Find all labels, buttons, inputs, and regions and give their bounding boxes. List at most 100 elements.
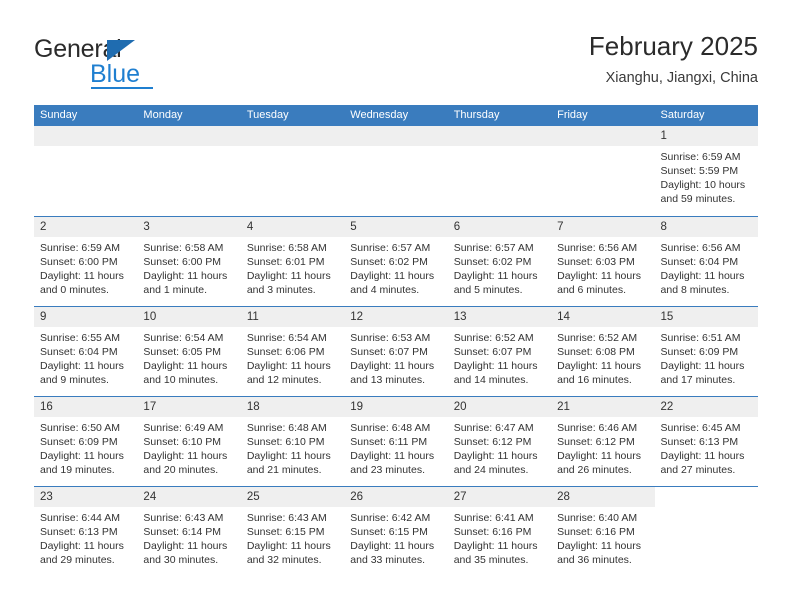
day-number-band xyxy=(447,126,552,146)
calendar-weeks: 1 Sunrise: 6:59 AM Sunset: 5:59 PM Daylight… xyxy=(34,126,758,576)
day-cell-9[interactable]: 9 Sunrise: 6:55 AM Sunset: 6:04 PM Daylight… xyxy=(34,307,138,396)
weekday-header-monday: Monday xyxy=(143,109,183,121)
sunrise-text: Sunrise: 6:55 AM xyxy=(40,332,120,344)
day-number: 1 xyxy=(660,130,667,142)
sunset-text: Sunset: 6:15 PM xyxy=(246,526,325,538)
daylight-text: Daylight: 11 hours and 33 minutes. xyxy=(350,540,435,566)
calendar-page: General Blue February 2025 Xianghu, Jian… xyxy=(0,0,792,612)
day-cell-empty xyxy=(240,126,345,216)
location-subtitle: Xianghu, Jiangxi, China xyxy=(605,70,758,86)
logo-text-blue: Blue xyxy=(90,60,141,88)
sunrise-text: Sunrise: 6:42 AM xyxy=(350,512,431,524)
day-cell-23[interactable]: 23 Sunrise: 6:44 AM Sunset: 6:13 PM Dayligh… xyxy=(34,487,138,576)
day-cell-3[interactable]: 3 Sunrise: 6:58 AM Sunset: 6:00 PM Daylight… xyxy=(137,217,241,306)
day-details: Sunrise: 6:59 AM Sunset: 5:59 PM Daylight:… xyxy=(655,146,758,206)
day-number: 16 xyxy=(40,401,53,413)
day-cell-8[interactable]: 8 Sunrise: 6:56 AM Sunset: 6:04 PM Daylight… xyxy=(654,217,758,306)
day-cell-20[interactable]: 20 Sunrise: 6:47 AM Sunset: 6:12 PM Dayligh… xyxy=(447,397,552,486)
day-number-band xyxy=(344,126,448,146)
sunset-text: Sunset: 6:16 PM xyxy=(557,526,635,538)
day-cell-6[interactable]: 6 Sunrise: 6:57 AM Sunset: 6:02 PM Daylight… xyxy=(447,217,552,306)
sunrise-text: Sunrise: 6:53 AM xyxy=(350,332,431,344)
day-number: 14 xyxy=(557,311,570,323)
day-number: 7 xyxy=(557,221,564,233)
sunset-text: Sunset: 6:07 PM xyxy=(350,346,428,358)
sunset-text: Sunset: 6:10 PM xyxy=(143,436,222,448)
sunrise-text: Sunrise: 6:56 AM xyxy=(660,242,741,254)
daylight-text: Daylight: 11 hours and 10 minutes. xyxy=(143,360,228,386)
daylight-text: Daylight: 11 hours and 3 minutes. xyxy=(246,270,331,296)
sunset-text: Sunset: 6:15 PM xyxy=(350,526,428,538)
sunrise-text: Sunrise: 6:48 AM xyxy=(246,422,327,434)
weekday-header-wednesday: Wednesday xyxy=(350,109,409,121)
week-row: 1 Sunrise: 6:59 AM Sunset: 5:59 PM Daylight… xyxy=(34,126,758,216)
day-details: Sunrise: 6:48 AM Sunset: 6:11 PM Daylight:… xyxy=(344,417,447,477)
daylight-text: Daylight: 11 hours and 30 minutes. xyxy=(143,540,228,566)
day-number: 26 xyxy=(350,491,364,503)
sunrise-text: Sunrise: 6:59 AM xyxy=(660,151,741,163)
daylight-text: Daylight: 10 hours and 59 minutes. xyxy=(660,179,746,205)
day-details: Sunrise: 6:49 AM Sunset: 6:10 PM Daylight:… xyxy=(137,417,240,477)
day-details: Sunrise: 6:55 AM Sunset: 6:04 PM Daylight:… xyxy=(34,327,137,387)
day-cell-10[interactable]: 10 Sunrise: 6:54 AM Sunset: 6:05 PM Dayligh… xyxy=(137,307,241,396)
sunset-text: Sunset: 6:09 PM xyxy=(40,436,118,448)
sunrise-text: Sunrise: 6:43 AM xyxy=(143,512,224,524)
day-number: 23 xyxy=(40,491,53,503)
sunset-text: Sunset: 6:06 PM xyxy=(246,346,325,358)
day-cell-empty xyxy=(551,126,655,216)
sunset-text: Sunset: 6:11 PM xyxy=(350,436,428,448)
weekday-header-saturday: Saturday xyxy=(660,109,705,121)
day-number-band xyxy=(654,126,758,146)
day-number: 12 xyxy=(350,311,364,323)
day-cell-4[interactable]: 4 Sunrise: 6:58 AM Sunset: 6:01 PM Daylight… xyxy=(240,217,345,306)
day-details: Sunrise: 6:48 AM Sunset: 6:10 PM Daylight:… xyxy=(241,417,344,477)
day-cell-2[interactable]: 2 Sunrise: 6:59 AM Sunset: 6:00 PM Daylight… xyxy=(34,217,138,306)
day-cell-14[interactable]: 14 Sunrise: 6:52 AM Sunset: 6:08 PM Dayligh… xyxy=(551,307,655,396)
day-number: 8 xyxy=(660,221,667,233)
day-cell-19[interactable]: 19 Sunrise: 6:48 AM Sunset: 6:11 PM Dayligh… xyxy=(344,397,448,486)
day-cell-16[interactable]: 16 Sunrise: 6:50 AM Sunset: 6:09 PM Dayligh… xyxy=(34,397,138,486)
sunset-text: Sunset: 6:02 PM xyxy=(350,256,428,268)
sunset-text: Sunset: 6:12 PM xyxy=(557,436,635,448)
day-cell-17[interactable]: 17 Sunrise: 6:49 AM Sunset: 6:10 PM Dayligh… xyxy=(137,397,241,486)
day-details: Sunrise: 6:56 AM Sunset: 6:04 PM Daylight:… xyxy=(655,237,758,297)
day-cell-15[interactable]: 15 Sunrise: 6:51 AM Sunset: 6:09 PM Dayligh… xyxy=(654,307,758,396)
day-cell-11[interactable]: 11 Sunrise: 6:54 AM Sunset: 6:06 PM Dayligh… xyxy=(240,307,345,396)
day-cell-28[interactable]: 28 Sunrise: 6:40 AM Sunset: 6:16 PM Dayligh… xyxy=(551,487,655,576)
sunrise-text: Sunrise: 6:58 AM xyxy=(246,242,327,254)
day-details: Sunrise: 6:59 AM Sunset: 6:00 PM Daylight:… xyxy=(34,237,137,297)
weekday-header-thursday: Thursday xyxy=(453,109,500,121)
day-cell-empty xyxy=(34,126,138,216)
day-cell-1[interactable]: 1 Sunrise: 6:59 AM Sunset: 5:59 PM Daylight… xyxy=(654,126,758,216)
sunset-text: Sunset: 6:16 PM xyxy=(453,526,532,538)
day-cell-7[interactable]: 7 Sunrise: 6:56 AM Sunset: 6:03 PM Daylight… xyxy=(551,217,655,306)
day-cell-18[interactable]: 18 Sunrise: 6:48 AM Sunset: 6:10 PM Dayligh… xyxy=(240,397,345,486)
day-cell-5[interactable]: 5 Sunrise: 6:57 AM Sunset: 6:02 PM Daylight… xyxy=(344,217,448,306)
day-number-band xyxy=(654,217,758,237)
day-cell-25[interactable]: 25 Sunrise: 6:43 AM Sunset: 6:15 PM Dayligh… xyxy=(240,487,345,576)
sunrise-text: Sunrise: 6:50 AM xyxy=(40,422,120,434)
day-details: Sunrise: 6:58 AM Sunset: 6:00 PM Daylight:… xyxy=(137,237,240,297)
week-row: 23 Sunrise: 6:44 AM Sunset: 6:13 PM Dayligh… xyxy=(34,486,758,576)
sunset-text: Sunset: 6:08 PM xyxy=(557,346,635,358)
daylight-text: Daylight: 11 hours and 17 minutes. xyxy=(660,360,745,386)
sunset-text: Sunset: 6:13 PM xyxy=(40,526,118,538)
sunset-text: Sunset: 5:59 PM xyxy=(660,165,739,177)
day-cell-13[interactable]: 13 Sunrise: 6:52 AM Sunset: 6:07 PM Dayligh… xyxy=(447,307,552,396)
sunset-text: Sunset: 6:07 PM xyxy=(453,346,532,358)
sunrise-text: Sunrise: 6:57 AM xyxy=(350,242,431,254)
day-number-band xyxy=(137,126,241,146)
day-details: Sunrise: 6:43 AM Sunset: 6:14 PM Daylight:… xyxy=(137,507,240,567)
day-details: Sunrise: 6:57 AM Sunset: 6:02 PM Daylight:… xyxy=(448,237,551,297)
day-number: 17 xyxy=(143,401,157,413)
sunrise-text: Sunrise: 6:41 AM xyxy=(453,512,534,524)
day-cell-22[interactable]: 22 Sunrise: 6:45 AM Sunset: 6:13 PM Dayligh… xyxy=(654,397,758,486)
day-cell-24[interactable]: 24 Sunrise: 6:43 AM Sunset: 6:14 PM Dayligh… xyxy=(137,487,241,576)
day-cell-21[interactable]: 21 Sunrise: 6:46 AM Sunset: 6:12 PM Dayligh… xyxy=(551,397,655,486)
day-cell-12[interactable]: 12 Sunrise: 6:53 AM Sunset: 6:07 PM Dayligh… xyxy=(344,307,448,396)
general-blue-logo[interactable]: General Blue xyxy=(34,36,214,92)
day-cell-26[interactable]: 26 Sunrise: 6:42 AM Sunset: 6:15 PM Dayligh… xyxy=(344,487,448,576)
day-details: Sunrise: 6:52 AM Sunset: 6:08 PM Daylight:… xyxy=(551,327,654,387)
daylight-text: Daylight: 11 hours and 5 minutes. xyxy=(453,270,538,296)
day-cell-27[interactable]: 27 Sunrise: 6:41 AM Sunset: 6:16 PM Dayligh… xyxy=(447,487,552,576)
